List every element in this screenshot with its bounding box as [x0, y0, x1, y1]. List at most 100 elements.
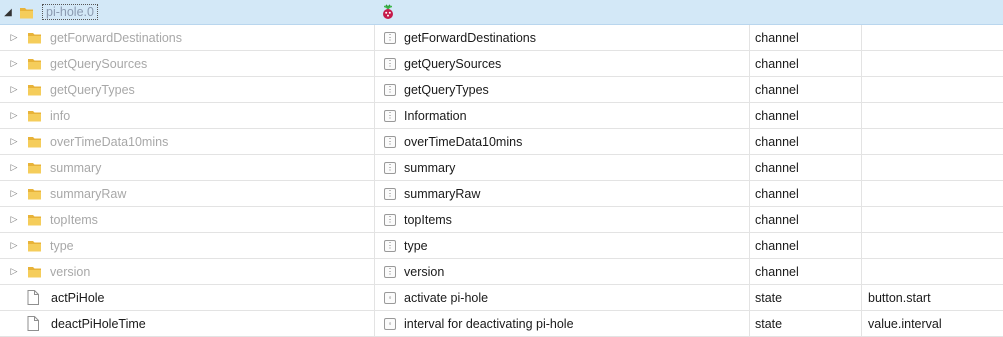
object-label: interval for deactivating pi-hole [404, 316, 574, 331]
type-cell: channel [750, 25, 862, 50]
file-icon [27, 290, 39, 305]
expand-arrow-icon[interactable]: ▷ [9, 188, 19, 199]
channel-icon: ⋮ [384, 213, 396, 226]
type-cell: state [750, 311, 862, 336]
label-cell: ◦ activate pi-hole [375, 285, 750, 310]
state-icon: ◦ [384, 317, 396, 330]
role-cell [862, 233, 1003, 258]
tree-row-getQueryTypes[interactable]: ▷ getQueryTypes ⋮ getQueryTypes channel [0, 77, 1003, 103]
type-cell: channel [750, 155, 862, 180]
object-name: overTimeData10mins [50, 134, 169, 149]
expand-arrow-icon[interactable]: ▷ [9, 84, 19, 95]
channel-icon: ⋮ [384, 265, 396, 278]
object-label: getQueryTypes [404, 82, 489, 97]
object-type: channel [755, 160, 799, 175]
object-name: deactPiHoleTime [51, 316, 146, 331]
object-type: channel [755, 264, 799, 279]
object-type: channel [755, 56, 799, 71]
collapse-arrow-icon[interactable]: ◢ [3, 7, 13, 18]
tree-row-getForwardDestinations[interactable]: ▷ getForwardDestinations ⋮ getForwardDestin… [0, 25, 1003, 51]
channel-icon: ⋮ [384, 109, 396, 122]
expand-arrow-icon[interactable]: ▷ [9, 214, 19, 225]
role-cell: value.interval [862, 311, 1003, 336]
object-name: summary [50, 160, 102, 175]
root-row[interactable]: ◢ pi-hole.0 [0, 0, 1003, 25]
role-cell: button.start [862, 285, 1003, 310]
tree-row-summary[interactable]: ▷ summary ⋮ summary channel [0, 155, 1003, 181]
expand-arrow-icon[interactable]: ▷ [9, 162, 19, 173]
name-cell: deactPiHoleTime [0, 311, 375, 336]
tree-row-info[interactable]: ▷ info ⋮ Information channel [0, 103, 1003, 129]
role-cell [862, 51, 1003, 76]
object-type: channel [755, 30, 799, 45]
label-cell: ⋮ getQueryTypes [375, 77, 750, 102]
name-cell: ▷ getQueryTypes [0, 77, 375, 102]
object-name: version [50, 264, 91, 279]
object-name: getQueryTypes [50, 82, 135, 97]
type-cell: state [750, 285, 862, 310]
object-label: version [404, 264, 445, 279]
root-logo-cell [375, 0, 750, 24]
root-label: pi-hole.0 [42, 4, 98, 20]
root-role-cell [862, 0, 1003, 24]
folder-icon [28, 189, 41, 200]
root-name-cell: ◢ pi-hole.0 [0, 0, 375, 24]
label-cell: ⋮ version [375, 259, 750, 284]
type-cell: channel [750, 103, 862, 128]
folder-icon [28, 33, 41, 44]
expand-arrow-icon[interactable]: ▷ [9, 240, 19, 251]
object-label: summaryRaw [404, 186, 481, 201]
object-label: getForwardDestinations [404, 30, 537, 45]
object-name: getQuerySources [50, 56, 148, 71]
folder-icon [28, 137, 41, 148]
label-cell: ⋮ getForwardDestinations [375, 25, 750, 50]
object-label: Information [404, 108, 467, 123]
object-label: getQuerySources [404, 56, 502, 71]
tree-row-deactPiHoleTime[interactable]: deactPiHoleTime ◦ interval for deactivatin… [0, 311, 1003, 337]
object-label: summary [404, 160, 456, 175]
label-cell: ⋮ topItems [375, 207, 750, 232]
expand-arrow-icon[interactable]: ▷ [9, 136, 19, 147]
tree-row-actPiHole[interactable]: actPiHole ◦ activate pi-hole state button.st… [0, 285, 1003, 311]
role-cell [862, 207, 1003, 232]
object-role: button.start [868, 290, 931, 305]
expand-arrow-icon[interactable]: ▷ [9, 32, 19, 43]
folder-icon [28, 111, 41, 122]
label-cell: ⋮ getQuerySources [375, 51, 750, 76]
tree-row-topItems[interactable]: ▷ topItems ⋮ topItems channel [0, 207, 1003, 233]
name-cell: ▷ version [0, 259, 375, 284]
label-cell: ⋮ summary [375, 155, 750, 180]
expand-arrow-icon[interactable]: ▷ [9, 58, 19, 69]
role-cell [862, 25, 1003, 50]
label-cell: ⋮ type [375, 233, 750, 258]
tree-row-getQuerySources[interactable]: ▷ getQuerySources ⋮ getQuerySources channel [0, 51, 1003, 77]
tree-row-version[interactable]: ▷ version ⋮ version channel [0, 259, 1003, 285]
name-cell: ▷ overTimeData10mins [0, 129, 375, 154]
type-cell: channel [750, 51, 862, 76]
channel-icon: ⋮ [384, 187, 396, 200]
expand-arrow-icon[interactable]: ▷ [9, 110, 19, 121]
type-cell: channel [750, 77, 862, 102]
object-label: activate pi-hole [404, 290, 489, 305]
label-cell: ◦ interval for deactivating pi-hole [375, 311, 750, 336]
root-type-cell [750, 0, 862, 24]
role-cell [862, 259, 1003, 284]
folder-icon [28, 85, 41, 96]
role-cell [862, 129, 1003, 154]
channel-icon: ⋮ [384, 161, 396, 174]
object-type: channel [755, 108, 799, 123]
tree-row-summaryRaw[interactable]: ▷ summaryRaw ⋮ summaryRaw channel [0, 181, 1003, 207]
pi-hole-raspberry-logo-icon [383, 4, 393, 19]
tree-row-overTimeData10mins[interactable]: ▷ overTimeData10mins ⋮ overTimeData10mins ch… [0, 129, 1003, 155]
object-role: value.interval [868, 316, 942, 331]
object-type: state [755, 316, 783, 331]
expand-arrow-icon[interactable]: ▷ [9, 266, 19, 277]
label-cell: ⋮ Information [375, 103, 750, 128]
channel-icon: ⋮ [384, 57, 396, 70]
object-label: overTimeData10mins [404, 134, 523, 149]
name-cell: ▷ summaryRaw [0, 181, 375, 206]
channel-icon: ⋮ [384, 239, 396, 252]
tree-row-type[interactable]: ▷ type ⋮ type channel [0, 233, 1003, 259]
object-name: summaryRaw [50, 186, 127, 201]
object-name: info [50, 108, 71, 123]
